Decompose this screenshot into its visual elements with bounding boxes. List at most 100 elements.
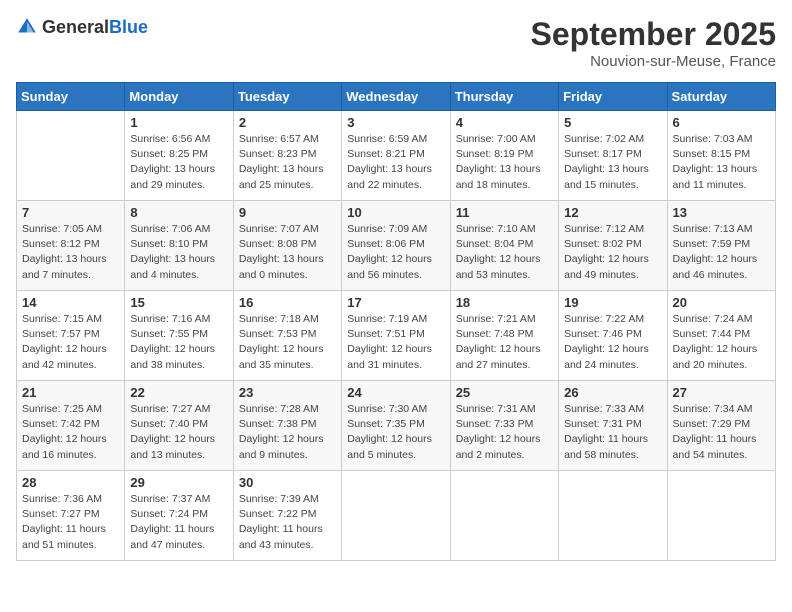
day-info: Sunrise: 7:09 AM Sunset: 8:06 PM Dayligh… [347,222,444,283]
col-header-wednesday: Wednesday [342,83,450,111]
calendar-week-row: 7Sunrise: 7:05 AM Sunset: 8:12 PM Daylig… [17,201,776,291]
calendar-cell: 11 Sunrise: 7:10 AM Sunset: 8:04 PM Dayli… [450,201,558,291]
day-info: Sunrise: 7:05 AM Sunset: 8:12 PM Dayligh… [22,222,119,283]
logo-general: General [42,17,109,37]
calendar-cell: 22Sunrise: 7:27 AM Sunset: 7:40 PM Dayli… [125,381,233,471]
calendar-cell: 14 Sunrise: 7:15 AM Sunset: 7:57 PM Dayli… [17,291,125,381]
logo-blue: Blue [109,17,148,37]
calendar-cell: 19 Sunrise: 7:22 AM Sunset: 7:46 PM Dayli… [559,291,667,381]
day-info: Sunrise: 7:25 AM Sunset: 7:42 PM Dayligh… [22,402,119,463]
day-number: 13 [673,205,770,220]
day-info: Sunrise: 6:57 AM Sunset: 8:23 PM Dayligh… [239,132,336,193]
day-info: Sunrise: 7:15 AM Sunset: 7:57 PM Dayligh… [22,312,119,373]
calendar-cell: 2Sunrise: 6:57 AM Sunset: 8:23 PM Daylig… [233,111,341,201]
day-info: Sunrise: 7:28 AM Sunset: 7:38 PM Dayligh… [239,402,336,463]
calendar-header-row: SundayMondayTuesdayWednesdayThursdayFrid… [17,83,776,111]
calendar-cell: 8Sunrise: 7:06 AM Sunset: 8:10 PM Daylig… [125,201,233,291]
calendar-cell: 6 Sunrise: 7:03 AM Sunset: 8:15 PM Daylig… [667,111,775,201]
day-info: Sunrise: 7:19 AM Sunset: 7:51 PM Dayligh… [347,312,444,373]
day-info: Sunrise: 7:07 AM Sunset: 8:08 PM Dayligh… [239,222,336,283]
calendar-cell [450,471,558,561]
calendar-cell: 10 Sunrise: 7:09 AM Sunset: 8:06 PM Dayli… [342,201,450,291]
day-number: 16 [239,295,336,310]
day-number: 24 [347,385,444,400]
day-number: 23 [239,385,336,400]
day-info: Sunrise: 7:18 AM Sunset: 7:53 PM Dayligh… [239,312,336,373]
calendar-cell: 21 Sunrise: 7:25 AM Sunset: 7:42 PM Dayli… [17,381,125,471]
calendar-cell: 3 Sunrise: 6:59 AM Sunset: 8:21 PM Daylig… [342,111,450,201]
col-header-friday: Friday [559,83,667,111]
day-info: Sunrise: 7:37 AM Sunset: 7:24 PM Dayligh… [130,492,227,553]
calendar-cell: 9 Sunrise: 7:07 AM Sunset: 8:08 PM Daylig… [233,201,341,291]
col-header-sunday: Sunday [17,83,125,111]
day-info: Sunrise: 7:30 AM Sunset: 7:35 PM Dayligh… [347,402,444,463]
day-info: Sunrise: 7:03 AM Sunset: 8:15 PM Dayligh… [673,132,770,193]
day-info: Sunrise: 7:10 AM Sunset: 8:04 PM Dayligh… [456,222,553,283]
calendar-week-row: 21 Sunrise: 7:25 AM Sunset: 7:42 PM Dayli… [17,381,776,471]
day-number: 1 [130,115,227,130]
day-number: 26 [564,385,661,400]
day-info: Sunrise: 7:21 AM Sunset: 7:48 PM Dayligh… [456,312,553,373]
day-info: Sunrise: 7:33 AM Sunset: 7:31 PM Dayligh… [564,402,661,463]
calendar-cell: 29 Sunrise: 7:37 AM Sunset: 7:24 PM Dayli… [125,471,233,561]
day-number: 11 [456,205,553,220]
calendar-cell: 15 Sunrise: 7:16 AM Sunset: 7:55 PM Dayli… [125,291,233,381]
calendar-cell: 24 Sunrise: 7:30 AM Sunset: 7:35 PM Dayli… [342,381,450,471]
calendar-cell [667,471,775,561]
day-info: Sunrise: 7:36 AM Sunset: 7:27 PM Dayligh… [22,492,119,553]
day-info: Sunrise: 7:24 AM Sunset: 7:44 PM Dayligh… [673,312,770,373]
day-info: Sunrise: 6:56 AM Sunset: 8:25 PM Dayligh… [130,132,227,193]
day-info: Sunrise: 7:39 AM Sunset: 7:22 PM Dayligh… [239,492,336,553]
day-info: Sunrise: 7:13 AM Sunset: 7:59 PM Dayligh… [673,222,770,283]
day-number: 10 [347,205,444,220]
logo-text: GeneralBlue [42,17,148,38]
day-number: 9 [239,205,336,220]
day-number: 15 [130,295,227,310]
day-number: 19 [564,295,661,310]
calendar-cell: 7Sunrise: 7:05 AM Sunset: 8:12 PM Daylig… [17,201,125,291]
day-number: 3 [347,115,444,130]
day-info: Sunrise: 7:06 AM Sunset: 8:10 PM Dayligh… [130,222,227,283]
col-header-thursday: Thursday [450,83,558,111]
calendar-cell: 20Sunrise: 7:24 AM Sunset: 7:44 PM Dayli… [667,291,775,381]
location-title: Nouvion-sur-Meuse, France [531,53,776,70]
calendar-cell: 25Sunrise: 7:31 AM Sunset: 7:33 PM Dayli… [450,381,558,471]
day-info: Sunrise: 7:16 AM Sunset: 7:55 PM Dayligh… [130,312,227,373]
calendar-cell: 23 Sunrise: 7:28 AM Sunset: 7:38 PM Dayli… [233,381,341,471]
day-number: 14 [22,295,119,310]
calendar-week-row: 28 Sunrise: 7:36 AM Sunset: 7:27 PM Dayli… [17,471,776,561]
calendar-cell: 1 Sunrise: 6:56 AM Sunset: 8:25 PM Daylig… [125,111,233,201]
calendar-cell: 30 Sunrise: 7:39 AM Sunset: 7:22 PM Dayli… [233,471,341,561]
calendar-cell: 4 Sunrise: 7:00 AM Sunset: 8:19 PM Daylig… [450,111,558,201]
logo-icon [16,16,38,38]
day-number: 30 [239,475,336,490]
calendar-cell: 16 Sunrise: 7:18 AM Sunset: 7:53 PM Dayli… [233,291,341,381]
title-block: September 2025 Nouvion-sur-Meuse, France [531,16,776,70]
day-info: Sunrise: 7:34 AM Sunset: 7:29 PM Dayligh… [673,402,770,463]
calendar-cell [559,471,667,561]
calendar-week-row: 14 Sunrise: 7:15 AM Sunset: 7:57 PM Dayli… [17,291,776,381]
day-info: Sunrise: 6:59 AM Sunset: 8:21 PM Dayligh… [347,132,444,193]
page-header: GeneralBlue September 2025 Nouvion-sur-M… [16,16,776,70]
calendar-cell: 13 Sunrise: 7:13 AM Sunset: 7:59 PM Dayli… [667,201,775,291]
day-number: 6 [673,115,770,130]
day-info: Sunrise: 7:02 AM Sunset: 8:17 PM Dayligh… [564,132,661,193]
day-number: 5 [564,115,661,130]
day-number: 12 [564,205,661,220]
calendar-cell: 12Sunrise: 7:12 AM Sunset: 8:02 PM Dayli… [559,201,667,291]
calendar-cell: 17 Sunrise: 7:19 AM Sunset: 7:51 PM Dayli… [342,291,450,381]
day-info: Sunrise: 7:00 AM Sunset: 8:19 PM Dayligh… [456,132,553,193]
day-number: 4 [456,115,553,130]
day-number: 22 [130,385,227,400]
day-number: 17 [347,295,444,310]
calendar-body: 1 Sunrise: 6:56 AM Sunset: 8:25 PM Daylig… [17,111,776,561]
day-number: 21 [22,385,119,400]
day-info: Sunrise: 7:22 AM Sunset: 7:46 PM Dayligh… [564,312,661,373]
col-header-saturday: Saturday [667,83,775,111]
col-header-monday: Monday [125,83,233,111]
day-number: 18 [456,295,553,310]
day-number: 28 [22,475,119,490]
day-number: 29 [130,475,227,490]
col-header-tuesday: Tuesday [233,83,341,111]
calendar-cell [17,111,125,201]
